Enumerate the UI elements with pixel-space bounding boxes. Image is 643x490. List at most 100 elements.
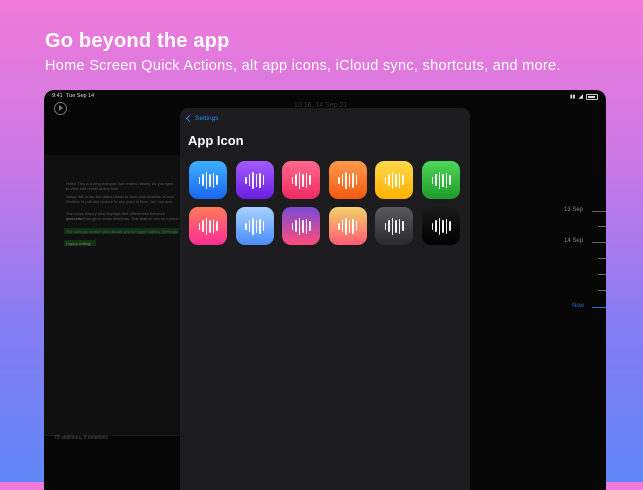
- waveform-bar: [355, 175, 358, 185]
- history-timeline[interactable]: 13 Sep 14 Sep Now: [516, 200, 606, 310]
- waveform-bar: [391, 217, 394, 235]
- timeline-tick: [598, 274, 606, 275]
- waveform-bar: [384, 222, 387, 230]
- waveform-bar: [395, 173, 397, 187]
- waveform-bar: [309, 221, 311, 231]
- waveform-bar: [248, 174, 251, 186]
- sunset-icon[interactable]: [189, 207, 227, 245]
- orange-icon[interactable]: [328, 161, 367, 199]
- timeline-tick: [592, 242, 606, 243]
- timeline-tick: [598, 290, 606, 291]
- waveform-bar: [445, 218, 447, 234]
- waveform-icon: [375, 207, 413, 245]
- back-button[interactable]: Settings: [185, 114, 219, 123]
- waveform-bar: [445, 172, 447, 188]
- graphite-icon[interactable]: [375, 207, 414, 245]
- timer-icon[interactable]: [54, 102, 67, 115]
- pink-icon[interactable]: [282, 161, 321, 199]
- waveform-bar: [202, 174, 204, 186]
- waveform-bar: [245, 222, 247, 230]
- yellow-icon[interactable]: [375, 161, 414, 199]
- waveform-bar: [348, 173, 351, 187]
- headline: Go beyond the app: [45, 30, 230, 52]
- status-bar: 9:41 Tue Sep 14 ▮▮ ◢: [44, 90, 606, 102]
- waveform-icon: [189, 207, 227, 245]
- waveform-bar: [252, 217, 254, 235]
- waveform-bar: [205, 171, 207, 189]
- timeline-tick: [598, 258, 606, 259]
- waveform-bar: [391, 171, 394, 189]
- timeline-label[interactable]: 14 Sep: [564, 238, 583, 244]
- waveform-bar: [384, 176, 387, 184]
- waveform-bar: [345, 171, 347, 189]
- waveform-bar: [209, 173, 211, 187]
- waveform-bar: [259, 218, 261, 234]
- waveform-bar: [205, 217, 207, 235]
- waveform-bar: [402, 175, 404, 185]
- waveform-bar: [402, 221, 404, 231]
- waveform-bar: [198, 222, 200, 230]
- waveform-bar: [291, 176, 294, 184]
- waveform-icon: [282, 207, 320, 245]
- chevron-left-icon: [185, 114, 194, 123]
- battery-icon: [586, 93, 598, 100]
- page-title: App Icon: [188, 133, 244, 148]
- status-date: Tue Sep 14: [66, 93, 95, 99]
- waveform-bar: [298, 171, 301, 189]
- waveform-bar: [212, 172, 214, 188]
- sky-icon[interactable]: [235, 207, 274, 245]
- waveform-bar: [216, 221, 218, 231]
- waveform-bar: [209, 219, 211, 233]
- purple-icon[interactable]: [235, 161, 274, 199]
- wifi-icon: ◢: [578, 94, 583, 100]
- waveform-bar: [295, 220, 297, 232]
- waveform-bar: [302, 219, 304, 233]
- waveform-bar: [341, 220, 344, 232]
- waveform-bar: [352, 172, 354, 188]
- waveform-bar: [449, 221, 451, 231]
- timeline-label[interactable]: Now: [572, 303, 584, 309]
- waveform-icon: [329, 161, 367, 199]
- waveform-bar: [338, 176, 340, 184]
- waveform-bar: [442, 219, 444, 233]
- waveform-bar: [341, 174, 344, 186]
- waveform-bar: [309, 175, 311, 185]
- peach-icon[interactable]: [328, 207, 367, 245]
- waveform-icon: [189, 161, 227, 199]
- waveform-bar: [216, 175, 218, 185]
- note-editor[interactable]: Hello! This is a long notepad that retai…: [44, 155, 181, 435]
- waveform-bar: [198, 176, 200, 184]
- waveform-bar: [348, 219, 351, 233]
- waveform-bar: [388, 220, 390, 232]
- black-icon[interactable]: [422, 207, 460, 245]
- waveform-icon: [422, 161, 460, 199]
- waveform-bar: [398, 172, 401, 188]
- waveform-icon: [236, 161, 274, 199]
- waveform-icon: [422, 207, 460, 245]
- waveform-bar: [355, 221, 358, 231]
- green-icon[interactable]: [422, 161, 460, 199]
- subline: Home Screen Quick Actions, alt app icons…: [45, 58, 561, 74]
- waveform-bar: [431, 222, 433, 230]
- waveform-bar: [338, 222, 340, 230]
- waveform-bar: [435, 174, 437, 186]
- note-line: and strikethrough to show deletions. Thi…: [66, 216, 178, 221]
- note-line: to view and revert at any time.: [66, 186, 120, 191]
- ipad-screen: 9:41 Tue Sep 14 ▮▮ ◢ 10:16, 14 Sep 21 He…: [44, 90, 606, 490]
- waveform-bar: [438, 217, 440, 235]
- timeline-label[interactable]: 13 Sep: [564, 207, 583, 213]
- waveform-bar: [305, 172, 308, 188]
- waveform-icon: [329, 207, 367, 245]
- waveform-bar: [435, 220, 437, 232]
- waveform-bar: [442, 173, 444, 187]
- waveform-bar: [302, 173, 304, 187]
- waveform-bar: [255, 219, 258, 233]
- waveform-bar: [259, 172, 261, 188]
- note-line: Happy writing!: [66, 241, 92, 246]
- waveform-bar: [291, 222, 294, 230]
- blue-icon[interactable]: [189, 161, 227, 199]
- violet-fade-icon[interactable]: [282, 207, 321, 245]
- waveform-bar: [305, 218, 308, 234]
- waveform-bar: [298, 217, 301, 235]
- waveform-bar: [438, 171, 440, 189]
